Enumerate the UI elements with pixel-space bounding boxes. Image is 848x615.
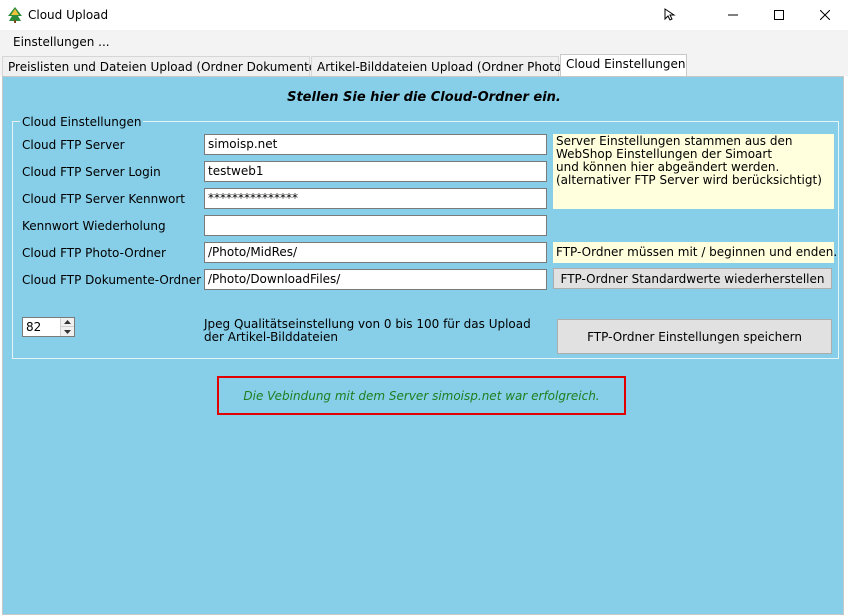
menu-einstellungen[interactable]: Einstellungen ...	[13, 35, 110, 49]
minimize-icon	[728, 14, 738, 16]
label-documents-folder: Cloud FTP Dokumente-Ordner	[22, 273, 202, 287]
group-title: Cloud Einstellungen	[20, 115, 144, 129]
ftp-password-input[interactable]: ***************	[204, 188, 547, 209]
window-title: Cloud Upload	[28, 8, 109, 22]
title-bar: Cloud Upload	[0, 0, 848, 30]
ftp-server-input[interactable]: simoisp.net	[204, 134, 547, 155]
jpeg-quality-value: 82	[26, 320, 42, 334]
server-settings-note: Server Einstellungen stammen aus den Web…	[553, 134, 834, 209]
jpeg-quality-stepper[interactable]: 82	[22, 317, 75, 337]
tree-icon	[8, 7, 22, 23]
spin-up-button[interactable]	[60, 318, 74, 327]
tab-cloud-einstellungen[interactable]: Cloud Einstellungen	[560, 54, 687, 76]
close-button[interactable]	[802, 0, 848, 30]
documents-folder-input[interactable]: /Photo/DownloadFiles/	[204, 269, 547, 290]
arrow-up-icon	[64, 320, 71, 324]
tab-strip: Preislisten und Dateien Upload (Ordner D…	[0, 54, 848, 76]
tab-preislisten[interactable]: Preislisten und Dateien Upload (Ordner D…	[2, 56, 321, 76]
tab-artikel-bilddateien[interactable]: Artikel-Bilddateien Upload (Ordner Photo…	[311, 56, 566, 76]
label-password-repeat: Kennwort Wiederholung	[22, 219, 166, 233]
page-heading: Stellen Sie hier die Cloud-Ordner ein.	[287, 90, 561, 105]
folder-format-note: FTP-Ordner müssen mit / beginnen und end…	[553, 242, 837, 263]
jpeg-quality-description: Jpeg Qualitätseinstellung von 0 bis 100 …	[204, 317, 531, 344]
label-ftp-server: Cloud FTP Server	[22, 138, 125, 152]
label-photo-folder: Cloud FTP Photo-Ordner	[22, 246, 166, 260]
photo-folder-input[interactable]: /Photo/MidRes/	[204, 242, 547, 263]
label-ftp-password: Cloud FTP Server Kennwort	[22, 192, 185, 206]
cloud-settings-panel: Stellen Sie hier die Cloud-Ordner ein. C…	[2, 76, 844, 615]
spin-down-button[interactable]	[60, 327, 74, 336]
maximize-button[interactable]	[756, 0, 802, 30]
restore-defaults-button[interactable]: FTP-Ordner Standardwerte wiederherstelle…	[553, 268, 832, 289]
arrow-down-icon	[64, 329, 71, 334]
minimize-button[interactable]	[710, 0, 756, 30]
password-repeat-input[interactable]	[204, 215, 547, 236]
save-settings-button[interactable]: FTP-Ordner Einstellungen speichern	[557, 319, 832, 354]
label-ftp-login: Cloud FTP Server Login	[22, 165, 161, 179]
status-message: Die Vebindung mit dem Server simoisp.net…	[243, 388, 600, 403]
status-message-box: Die Vebindung mit dem Server simoisp.net…	[217, 376, 626, 415]
close-icon	[820, 10, 830, 20]
maximize-icon	[774, 10, 784, 20]
menu-bar: Einstellungen ...	[0, 30, 848, 54]
cursor-icon	[664, 8, 676, 21]
ftp-login-input[interactable]: testweb1	[204, 161, 547, 182]
